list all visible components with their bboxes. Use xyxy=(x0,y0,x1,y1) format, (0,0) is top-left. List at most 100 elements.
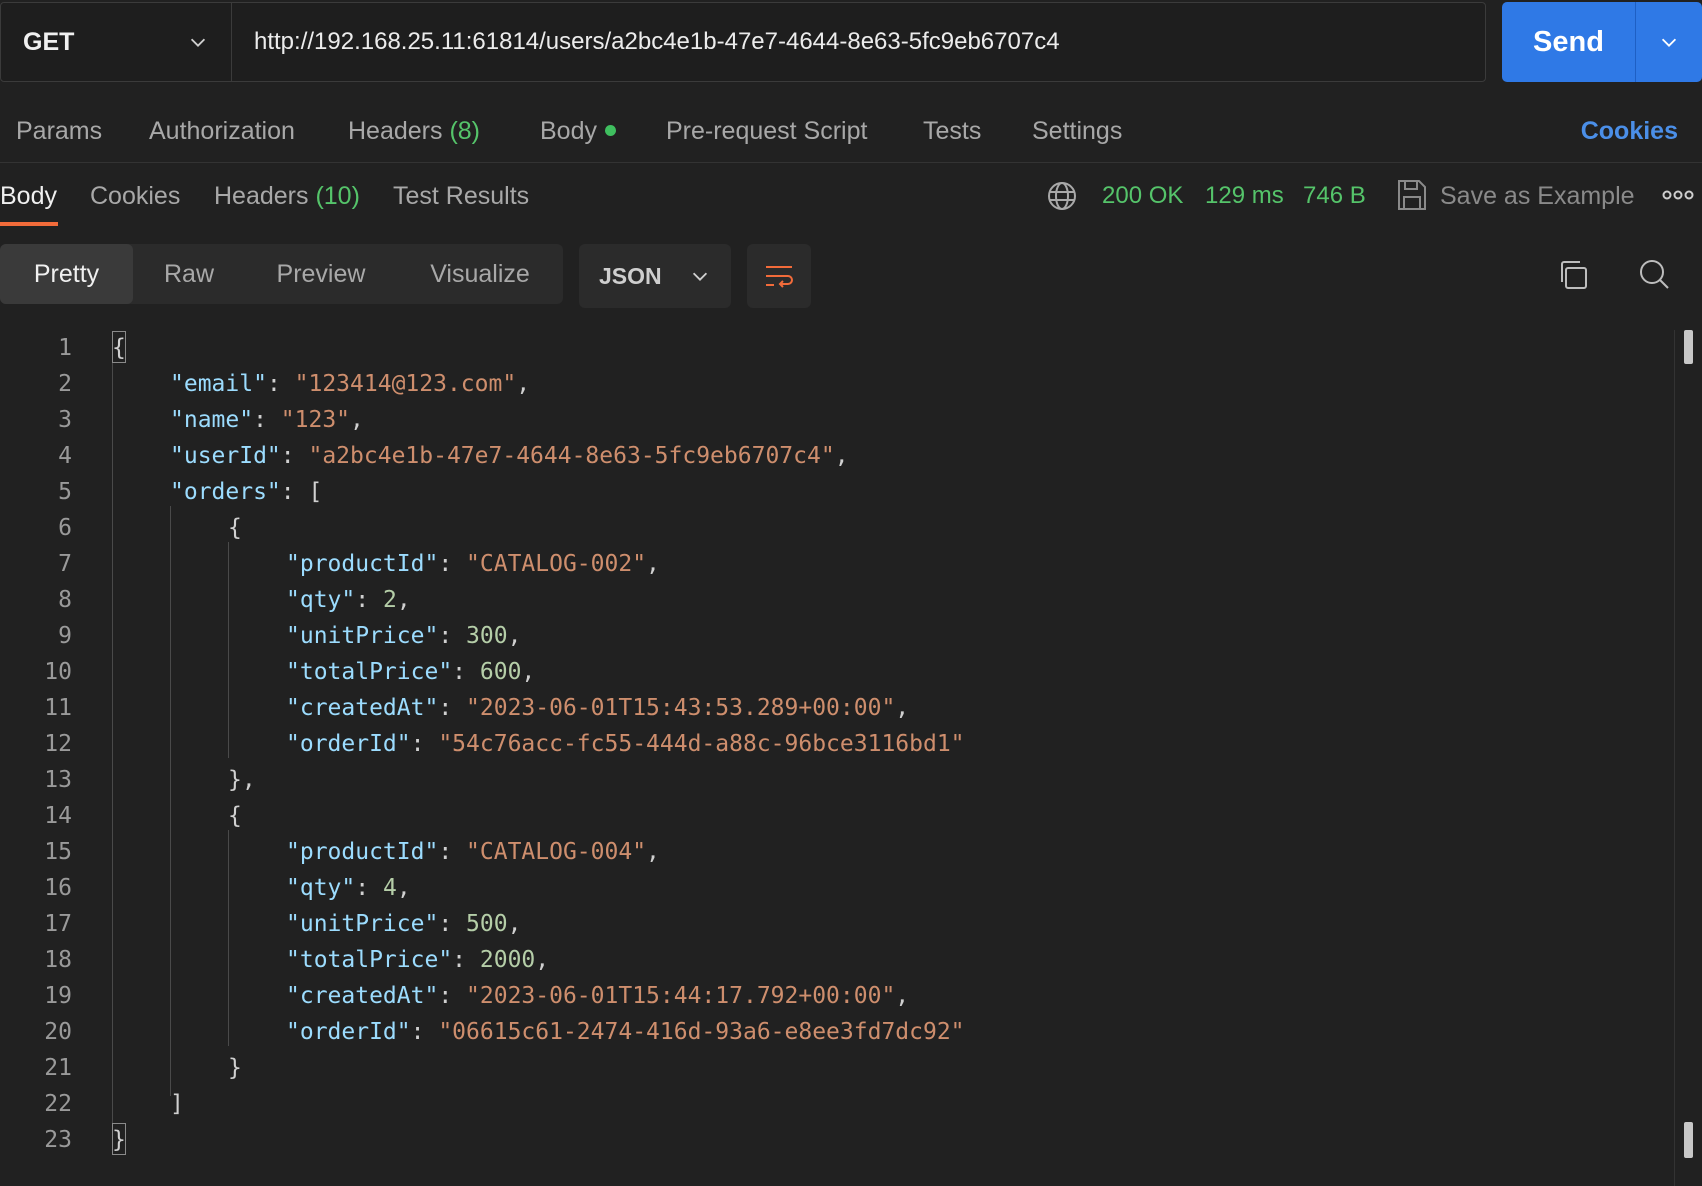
code-line: "unitPrice": 500, xyxy=(286,911,522,937)
line-number: 5 xyxy=(58,479,72,505)
format-select[interactable]: JSON xyxy=(579,244,731,308)
line-number: 22 xyxy=(44,1091,72,1117)
view-tab-raw[interactable]: Raw xyxy=(133,244,245,304)
indent-guide xyxy=(228,542,229,758)
json-string: "2023-06-01T15:44:17.792+00:00" xyxy=(466,983,896,1009)
tab-tests[interactable]: Tests xyxy=(923,104,981,158)
globe-icon[interactable] xyxy=(1046,180,1078,212)
scrollbar-marker xyxy=(1684,1122,1693,1158)
more-icon[interactable] xyxy=(1662,182,1694,208)
json-string: "a2bc4e1b-47e7-4644-8e63-5fc9eb6707c4" xyxy=(308,443,835,469)
cookies-link[interactable]: Cookies xyxy=(1581,104,1678,158)
response-size[interactable]: 746 B xyxy=(1303,168,1366,224)
code-line: "unitPrice": 300, xyxy=(286,623,522,649)
divider xyxy=(0,162,1702,163)
response-time[interactable]: 129 ms xyxy=(1205,168,1284,224)
response-tab-body[interactable]: Body xyxy=(0,168,57,224)
json-key: "orderId" xyxy=(286,1019,411,1045)
json-number: 2000 xyxy=(479,947,536,973)
response-tab-headers-label: Headers xyxy=(214,182,309,210)
line-number: 6 xyxy=(58,515,72,541)
request-bar: GET http://192.168.25.11:61814/users/a2b… xyxy=(0,2,1486,82)
tab-headers-label: Headers xyxy=(348,117,443,145)
chevron-down-icon xyxy=(692,272,708,281)
method-label: GET xyxy=(23,27,75,56)
line-number: 7 xyxy=(58,551,72,577)
save-icon[interactable] xyxy=(1396,178,1428,212)
url-input[interactable]: http://192.168.25.11:61814/users/a2bc4e1… xyxy=(232,3,1485,81)
json-key: "totalPrice" xyxy=(286,947,453,973)
send-button-group: Send xyxy=(1502,2,1702,82)
method-select[interactable]: GET xyxy=(1,3,232,81)
tab-authorization[interactable]: Authorization xyxy=(149,104,295,158)
tab-headers[interactable]: Headers (8) xyxy=(348,104,480,158)
send-options-button[interactable] xyxy=(1636,2,1702,82)
code-line: "orderId": "06615c61-2474-416d-93a6-e8ee… xyxy=(286,1019,965,1045)
response-tab-headers[interactable]: Headers (10) xyxy=(214,168,360,224)
code-line: { xyxy=(228,515,242,541)
indent-guide xyxy=(170,506,171,1096)
line-number: 15 xyxy=(44,839,72,865)
tab-prerequest-script[interactable]: Pre-request Script xyxy=(666,104,867,158)
json-number: 4 xyxy=(382,875,397,901)
search-icon[interactable] xyxy=(1636,256,1672,292)
chevron-down-icon xyxy=(1661,38,1677,47)
line-number: 19 xyxy=(44,983,72,1009)
code-line: "email": "123414@123.com", xyxy=(170,371,531,397)
json-key: "productId" xyxy=(286,839,439,865)
chevron-down-icon xyxy=(190,38,206,47)
send-button[interactable]: Send xyxy=(1502,2,1636,82)
response-tab-cookies[interactable]: Cookies xyxy=(90,168,180,224)
line-number: 14 xyxy=(44,803,72,829)
response-body-editor[interactable]: 1 2 3 4 5 6 7 8 9 10 11 12 13 14 15 16 1… xyxy=(0,330,1680,1170)
code-line: "orders": [ xyxy=(170,479,323,505)
save-as-example-button[interactable]: Save as Example xyxy=(1440,168,1635,224)
tab-params[interactable]: Params xyxy=(16,104,102,158)
json-key: "userId" xyxy=(170,443,281,469)
code-line: } xyxy=(228,1055,242,1081)
tab-settings[interactable]: Settings xyxy=(1032,104,1122,158)
response-status[interactable]: 200 OK xyxy=(1102,168,1183,224)
tab-body[interactable]: Body xyxy=(540,104,616,158)
url-text: http://192.168.25.11:61814/users/a2bc4e1… xyxy=(254,28,1060,55)
scrollbar-thumb[interactable] xyxy=(1684,330,1693,364)
line-number: 12 xyxy=(44,731,72,757)
json-number: 500 xyxy=(466,911,508,937)
line-number: 3 xyxy=(58,407,72,433)
json-string: "123414@123.com" xyxy=(294,371,517,397)
view-tab-visualize[interactable]: Visualize xyxy=(397,244,563,304)
json-key: "qty" xyxy=(286,875,356,901)
json-string: "CATALOG-004" xyxy=(466,839,647,865)
copy-icon[interactable] xyxy=(1556,258,1590,292)
code-line: { xyxy=(228,803,242,829)
wrap-lines-icon xyxy=(766,266,793,288)
code-line: "totalPrice": 2000, xyxy=(286,947,550,973)
response-tab-headers-count: (10) xyxy=(315,182,360,210)
line-number: 2 xyxy=(58,371,72,397)
format-label: JSON xyxy=(599,262,662,289)
line-number: 23 xyxy=(44,1127,72,1153)
code-line: "productId": "CATALOG-002", xyxy=(286,551,660,577)
wrap-lines-button[interactable] xyxy=(747,244,811,308)
line-number: 13 xyxy=(44,767,72,793)
code-line: "qty": 4, xyxy=(286,875,411,901)
request-tabs: Params Authorization Headers (8) Body Pr… xyxy=(0,104,1702,158)
line-number: 10 xyxy=(44,659,72,685)
code-line: "productId": "CATALOG-004", xyxy=(286,839,660,865)
line-number: 1 xyxy=(58,335,72,361)
line-number: 20 xyxy=(44,1019,72,1045)
json-string: "06615c61-2474-416d-93a6-e8ee3fd7dc92" xyxy=(438,1019,965,1045)
view-mode-tabs: Pretty Raw Preview Visualize xyxy=(0,244,563,304)
response-tab-test-results[interactable]: Test Results xyxy=(393,168,529,224)
tab-headers-count: (8) xyxy=(449,117,481,145)
code-line: } xyxy=(112,1127,126,1153)
json-number: 2 xyxy=(382,587,397,613)
json-key: "unitPrice" xyxy=(286,623,439,649)
code-line: "userId": "a2bc4e1b-47e7-4644-8e63-5fc9e… xyxy=(170,443,849,469)
line-number: 21 xyxy=(44,1055,72,1081)
json-string: "123" xyxy=(280,407,351,433)
view-tab-pretty[interactable]: Pretty xyxy=(0,244,133,304)
view-tab-preview[interactable]: Preview xyxy=(245,244,397,304)
line-number: 16 xyxy=(44,875,72,901)
indent-guide xyxy=(228,830,229,1046)
